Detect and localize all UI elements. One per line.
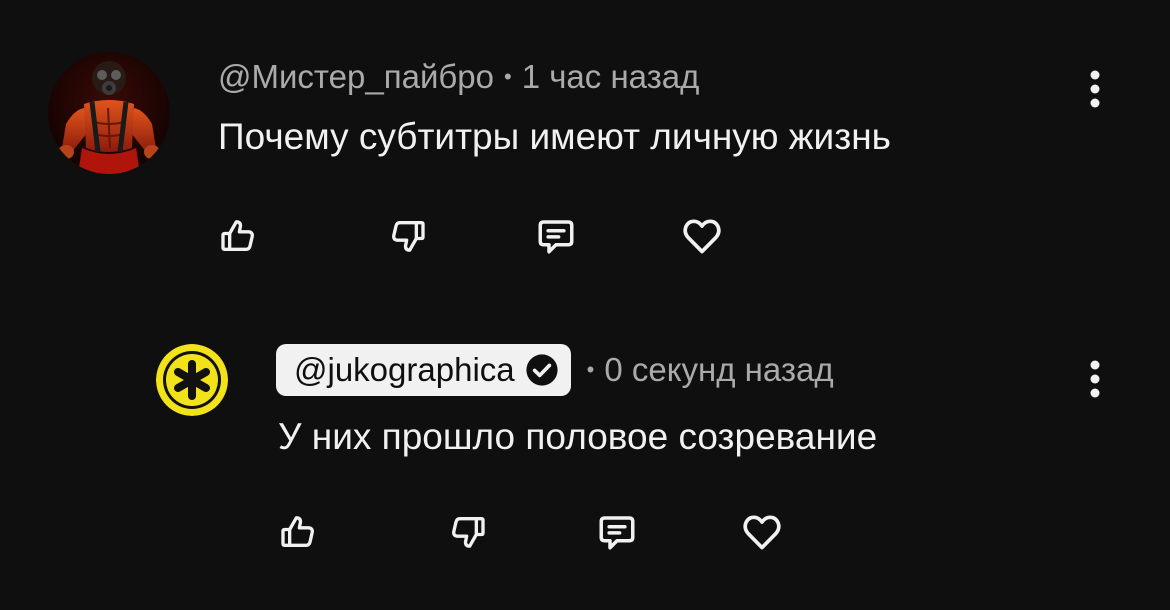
reply-heart-button[interactable] <box>738 508 786 556</box>
reply-menu-button[interactable] <box>1080 354 1110 404</box>
reply-reply-button[interactable] <box>593 508 641 556</box>
reply-author-chip[interactable]: @jukographica <box>276 344 571 396</box>
more-vert-icon <box>1090 70 1100 108</box>
heart-button[interactable] <box>678 212 726 260</box>
comment-author[interactable]: @Мистер_пайбро <box>218 58 494 96</box>
dislike-button[interactable] <box>384 212 432 260</box>
dislike-icon <box>452 517 485 548</box>
reply-icon <box>538 220 574 254</box>
verified-badge <box>525 353 559 387</box>
comment-meta: @Мистер_пайбро • 1 час назад <box>218 58 699 96</box>
comment-time[interactable]: 1 час назад <box>522 58 700 96</box>
reply-avatar[interactable] <box>156 344 228 416</box>
like-icon <box>281 516 314 547</box>
meta-separator: • <box>586 357 595 382</box>
like-icon <box>221 220 254 251</box>
reply-dislike-button[interactable] <box>444 508 492 556</box>
comment-menu-button[interactable] <box>1080 64 1110 114</box>
dislike-icon <box>392 221 425 252</box>
avatar[interactable] <box>48 52 170 174</box>
comment-text: Почему субтитры имеют личную жизнь <box>218 116 891 157</box>
verified-check-icon <box>526 354 558 386</box>
reply-time[interactable]: 0 секунд назад <box>604 351 833 389</box>
heart-icon <box>683 219 721 254</box>
heart-icon <box>743 515 781 550</box>
more-vert-icon <box>1090 360 1100 398</box>
meta-separator: • <box>504 64 512 89</box>
reply-icon <box>599 516 635 550</box>
reply-like-button[interactable] <box>274 508 322 556</box>
reply-text: У них прошло половое созревание <box>278 416 878 457</box>
reply-meta: @jukographica • 0 секунд назад <box>276 344 834 396</box>
like-button[interactable] <box>214 212 262 260</box>
reply-author: @jukographica <box>294 351 515 388</box>
reply-button[interactable] <box>532 212 580 260</box>
